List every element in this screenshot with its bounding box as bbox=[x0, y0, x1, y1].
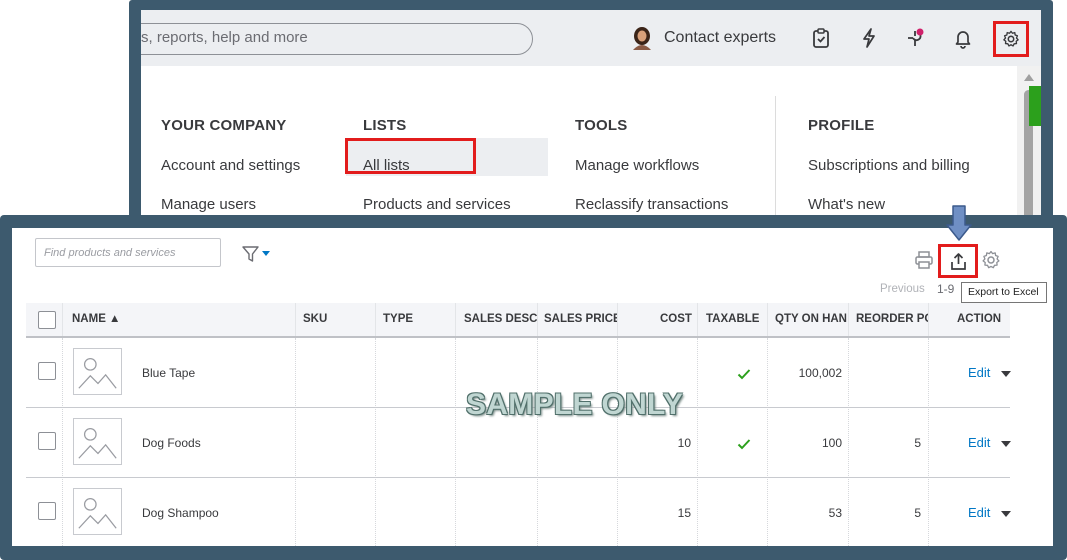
table-header-row: NAME ▲ SKU TYPE SALES DESCR SALES PRICE … bbox=[26, 303, 1010, 336]
header-divider bbox=[62, 303, 63, 336]
menu-heading-tools: TOOLS bbox=[575, 117, 628, 134]
product-name: Blue Tape bbox=[142, 366, 196, 380]
header-divider bbox=[617, 303, 618, 336]
column-header-sku[interactable]: SKU bbox=[303, 313, 327, 325]
column-header-action: ACTION bbox=[957, 313, 1002, 325]
export-icon bbox=[951, 253, 966, 270]
column-header-cost[interactable]: COST bbox=[660, 313, 692, 325]
menu-item-account-settings[interactable]: Account and settings bbox=[161, 157, 300, 174]
green-side-strip bbox=[1029, 86, 1041, 126]
check-icon bbox=[737, 439, 751, 450]
column-header-sales-desc[interactable]: SALES DESCR bbox=[464, 313, 538, 325]
bell-icon[interactable] bbox=[952, 27, 974, 49]
product-qty: 100,002 bbox=[798, 366, 842, 380]
export-tooltip: Export to Excel bbox=[961, 282, 1047, 303]
column-header-type[interactable]: TYPE bbox=[383, 313, 413, 325]
print-icon[interactable] bbox=[914, 250, 934, 270]
menu-heading-profile: PROFILE bbox=[808, 117, 875, 134]
header-divider bbox=[697, 303, 698, 336]
filter-icon[interactable] bbox=[241, 245, 271, 263]
bolt-icon[interactable] bbox=[858, 27, 880, 49]
menu-item-whats-new[interactable]: What's new bbox=[808, 196, 885, 213]
settings-icon[interactable] bbox=[981, 250, 1001, 270]
product-qty: 100 bbox=[821, 436, 842, 450]
gear-icon bbox=[1003, 30, 1019, 47]
menu-heading-your-company: YOUR COMPANY bbox=[161, 117, 287, 134]
edit-link[interactable]: Edit bbox=[968, 505, 990, 520]
export-button[interactable] bbox=[938, 244, 978, 278]
sample-only-watermark: SAMPLE ONLY bbox=[466, 388, 684, 421]
select-all-checkbox[interactable] bbox=[38, 311, 56, 329]
products-panel: Previous 1-9 Export to Excel NAME ▲ SKU … bbox=[12, 228, 1053, 546]
row-checkbox[interactable] bbox=[38, 432, 56, 450]
menu-item-products-services[interactable]: Products and services bbox=[363, 196, 511, 213]
row-checkbox[interactable] bbox=[38, 362, 56, 380]
pagination-previous[interactable]: Previous bbox=[880, 283, 925, 295]
menu-item-reclassify-transactions[interactable]: Reclassify transactions bbox=[575, 196, 728, 213]
action-dropdown-icon[interactable] bbox=[1001, 511, 1011, 517]
header-divider bbox=[375, 303, 376, 336]
top-bar: s, reports, help and more Contact expert… bbox=[141, 10, 1041, 66]
contact-experts-link[interactable]: Contact experts bbox=[664, 29, 776, 47]
column-header-taxable[interactable]: TAXABLE bbox=[706, 313, 759, 325]
product-reorder-point: 5 bbox=[914, 436, 921, 450]
header-divider bbox=[928, 303, 929, 336]
settings-panel: s, reports, help and more Contact expert… bbox=[141, 10, 1041, 220]
edit-link[interactable]: Edit bbox=[968, 365, 990, 380]
arrow-down-icon bbox=[946, 205, 972, 241]
product-qty: 53 bbox=[828, 506, 842, 520]
column-header-name[interactable]: NAME ▲ bbox=[72, 313, 120, 325]
header-divider bbox=[767, 303, 768, 336]
scroll-up-arrow-icon[interactable] bbox=[1024, 74, 1034, 81]
action-dropdown-icon[interactable] bbox=[1001, 441, 1011, 447]
header-divider bbox=[295, 303, 296, 336]
image-placeholder-icon bbox=[73, 488, 122, 535]
menu-heading-lists: LISTS bbox=[363, 117, 407, 134]
find-products-input[interactable] bbox=[35, 238, 221, 267]
clipboard-icon[interactable] bbox=[810, 27, 832, 49]
all-lists-highlight-box bbox=[345, 138, 476, 174]
table-row[interactable]: Dog Shampoo 15 53 5 Edit bbox=[26, 478, 1011, 546]
product-name: Dog Foods bbox=[142, 436, 201, 450]
menu-item-manage-users[interactable]: Manage users bbox=[161, 196, 256, 213]
edit-link[interactable]: Edit bbox=[968, 435, 990, 450]
image-placeholder-icon bbox=[73, 418, 122, 465]
header-divider bbox=[537, 303, 538, 336]
row-checkbox[interactable] bbox=[38, 502, 56, 520]
menu-column-divider bbox=[775, 96, 776, 220]
header-divider bbox=[848, 303, 849, 336]
action-dropdown-icon[interactable] bbox=[1001, 371, 1011, 377]
global-search-placeholder: s, reports, help and more bbox=[141, 29, 308, 46]
settings-gear-button[interactable] bbox=[993, 21, 1029, 57]
header-divider bbox=[455, 303, 456, 336]
column-header-qty-on-hand[interactable]: QTY ON HAN bbox=[775, 313, 849, 325]
menu-item-manage-workflows[interactable]: Manage workflows bbox=[575, 157, 699, 174]
expert-avatar-icon bbox=[633, 27, 651, 50]
check-icon bbox=[737, 369, 751, 380]
image-placeholder-icon bbox=[73, 348, 122, 395]
column-header-sales-price[interactable]: SALES PRICE bbox=[544, 313, 618, 325]
column-header-reorder-point[interactable]: REORDER PO bbox=[856, 313, 928, 325]
menu-item-subscriptions-billing[interactable]: Subscriptions and billing bbox=[808, 157, 970, 174]
pagination-range: 1-9 bbox=[937, 282, 955, 296]
settings-panel-frame: s, reports, help and more Contact expert… bbox=[129, 0, 1053, 222]
apps-icon[interactable] bbox=[904, 27, 926, 49]
product-reorder-point: 5 bbox=[914, 506, 921, 520]
products-panel-frame: Previous 1-9 Export to Excel NAME ▲ SKU … bbox=[0, 215, 1067, 560]
product-cost: 10 bbox=[677, 436, 691, 450]
product-name: Dog Shampoo bbox=[142, 506, 219, 520]
product-cost: 15 bbox=[677, 506, 691, 520]
